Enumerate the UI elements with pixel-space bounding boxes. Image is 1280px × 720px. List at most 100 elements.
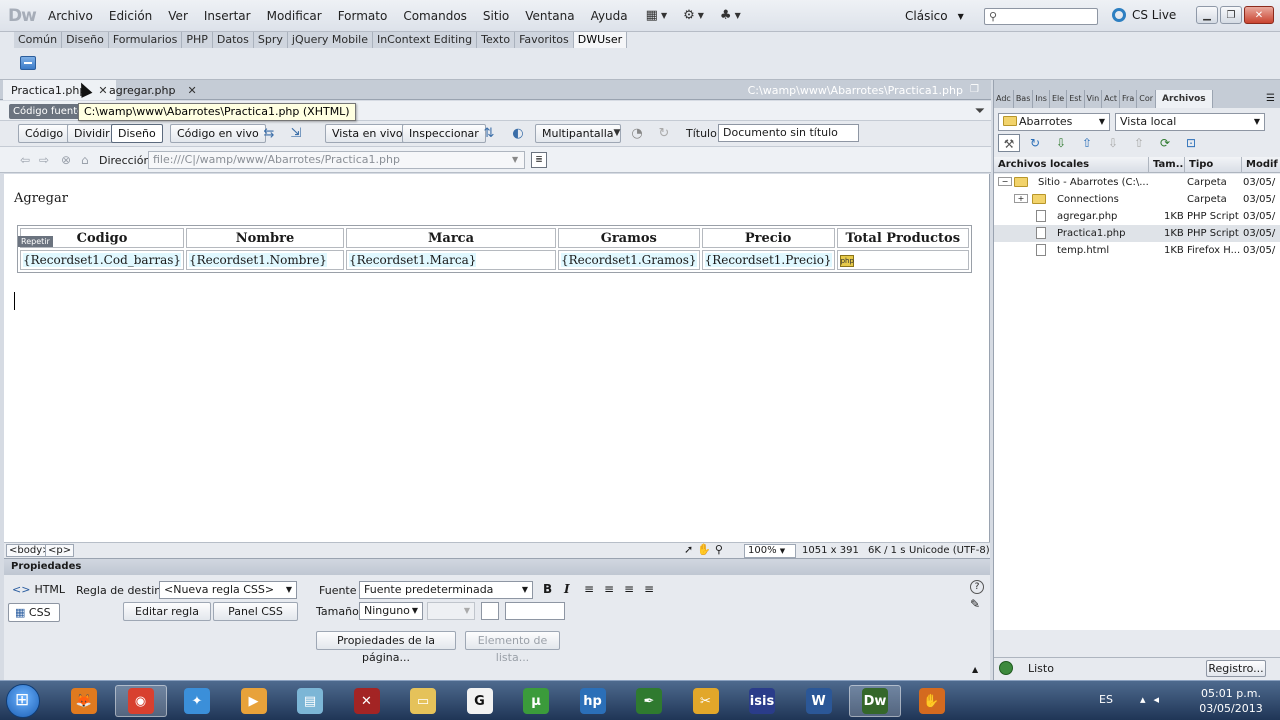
tag-selector-p[interactable]: <p>	[45, 544, 75, 557]
clock[interactable]: 05:01 p.m. 03/05/2013	[1196, 686, 1266, 716]
zoom-select[interactable]: 100% ▼	[744, 544, 796, 558]
table-cell[interactable]: {Recordset1.Precio}	[701, 250, 835, 270]
language-indicator[interactable]: ES	[1099, 693, 1113, 706]
source-code-button[interactable]: Código fuente	[9, 104, 88, 119]
close-button[interactable]: ✕	[1244, 6, 1274, 24]
panel-tab[interactable]: Est	[1067, 90, 1085, 108]
table-cell[interactable]: php	[836, 250, 969, 270]
workspace-switcher[interactable]: Clásico ▼	[905, 6, 964, 26]
sync-icon[interactable]: ⟳	[1154, 134, 1176, 152]
file-row-site-root[interactable]: − Sitio - Abarrotes (C:\... Carpeta 03/0…	[994, 174, 1280, 191]
insert-tab-favoritos[interactable]: Favoritos	[515, 32, 574, 48]
insert-tab-jquery-mobile[interactable]: jQuery Mobile	[287, 32, 373, 48]
minimize-button[interactable]: ▁	[1196, 6, 1218, 24]
title-input[interactable]: Documento sin título	[718, 124, 859, 142]
edit-rule-button[interactable]: Editar regla	[123, 602, 211, 621]
align-center-icon[interactable]: ≡	[604, 582, 614, 596]
help-icon[interactable]: ?	[970, 580, 984, 594]
dynamic-field[interactable]: {Recordset1.Gramos}	[561, 253, 697, 267]
css-mode-button[interactable]: ▦ CSS	[8, 603, 60, 622]
chevron-down-icon[interactable]: ▼	[512, 155, 518, 164]
expand-icon[interactable]: +	[1014, 194, 1028, 203]
properties-header[interactable]: Propiedades	[4, 559, 990, 575]
insert-tab-texto[interactable]: Texto	[477, 32, 516, 48]
hand-icon[interactable]: ✋	[697, 543, 711, 556]
file-row-connections[interactable]: + Connections Carpeta 03/05/	[994, 191, 1280, 208]
design-view-canvas[interactable]: Agregar Repetir Codigo Nombre Marca Gram…	[4, 174, 990, 542]
taskbar-app-pen[interactable]: ✒	[623, 685, 675, 717]
panel-menu-icon[interactable]: ☰	[1266, 90, 1280, 108]
extend-menu-button[interactable]: ⚙ ▼	[677, 5, 710, 27]
help-search-input[interactable]: ⚲	[984, 8, 1098, 25]
panel-tab[interactable]: Ins	[1033, 90, 1050, 108]
font-select[interactable]: Fuente predeterminada ▼	[359, 581, 533, 599]
insert-tab-diseno[interactable]: Diseño	[62, 32, 109, 48]
start-button[interactable]	[6, 684, 40, 718]
restore-icon[interactable]: ❐	[970, 84, 979, 95]
visual-aids-icon[interactable]: ◔	[628, 125, 646, 142]
table-cell[interactable]: {Recordset1.Gramos}	[558, 250, 700, 270]
doc-tab-practica1[interactable]: Practica1.php ✕	[3, 80, 116, 100]
color-picker[interactable]	[481, 602, 499, 620]
address-input[interactable]: file:///C|/wamp/www/Abarrotes/Practica1.…	[148, 151, 525, 169]
taskbar-app-notes[interactable]: ▤	[284, 685, 336, 717]
window-size[interactable]: 1051 x 391	[802, 545, 859, 556]
products-table[interactable]: Codigo Nombre Marca Gramos Precio Total …	[17, 225, 972, 273]
doc-tab-agregar[interactable]: agregar.php ✕	[101, 80, 205, 100]
site-select[interactable]: Abarrotes ▼	[998, 113, 1110, 131]
quick-tag-editor-icon[interactable]: ✎	[970, 597, 980, 611]
volume-icon[interactable]: ◂	[1154, 693, 1160, 706]
file-row-agregar[interactable]: agregar.php 1KB PHP Script 03/05/	[994, 208, 1280, 225]
panel-tab[interactable]: Fra	[1120, 90, 1138, 108]
taskbar-app-isis[interactable]: isis	[736, 685, 788, 717]
dynamic-field[interactable]: {Recordset1.Cod_barras}	[23, 253, 182, 267]
align-justify-icon[interactable]: ≡	[644, 582, 654, 596]
cs-live-button[interactable]: CS Live	[1112, 8, 1176, 22]
forward-icon[interactable]: ⇨	[39, 153, 49, 167]
view-options-icon[interactable]: ≣	[531, 152, 547, 168]
align-left-icon[interactable]: ≡	[584, 582, 594, 596]
get-files-icon[interactable]: ⇩	[1050, 134, 1072, 152]
insert-tab-formularios[interactable]: Formularios	[108, 32, 183, 48]
php-icon[interactable]: php	[839, 254, 854, 267]
code-view-button[interactable]: Código	[18, 124, 71, 143]
dwuser-insert-icon[interactable]	[20, 56, 36, 70]
html-mode-button[interactable]: <> HTML	[12, 583, 65, 596]
menu-ver[interactable]: Ver	[160, 0, 196, 32]
refresh-icon[interactable]: ↻	[655, 125, 673, 142]
menu-archivo[interactable]: Archivo	[40, 0, 101, 32]
list-item-button[interactable]: Elemento de lista...	[465, 631, 560, 664]
dynamic-field[interactable]: {Recordset1.Precio}	[704, 253, 832, 267]
back-icon[interactable]: ⇦	[20, 153, 30, 167]
table-header-cell[interactable]: Gramos	[558, 228, 700, 248]
live-view-button[interactable]: Vista en vivo	[325, 124, 410, 143]
home-icon[interactable]: ⌂	[81, 153, 89, 167]
column-size[interactable]: Tam...	[1149, 157, 1185, 173]
stop-icon[interactable]: ⊗	[61, 153, 71, 167]
split-view-button[interactable]: Dividir	[67, 124, 117, 143]
network-icon[interactable]: ▴	[1140, 693, 1146, 706]
insert-tab-dwuser[interactable]: DWUser	[573, 32, 628, 48]
insert-tab-datos[interactable]: Datos	[212, 32, 254, 48]
layout-menu-button[interactable]: ▦ ▼	[640, 5, 673, 27]
taskbar-app-hand[interactable]: ✋	[906, 685, 958, 717]
live-code-button[interactable]: Código en vivo	[170, 124, 266, 143]
insert-tab-spry[interactable]: Spry	[253, 32, 288, 48]
check-out-icon[interactable]: ⇩	[1102, 134, 1124, 152]
menu-sitio[interactable]: Sitio	[475, 0, 517, 32]
taskbar-app-media[interactable]: ▶	[228, 685, 280, 717]
view-select[interactable]: Vista local ▼	[1115, 113, 1265, 131]
taskbar-app-hp[interactable]: hp	[567, 685, 619, 717]
collapse-icon[interactable]: −	[998, 177, 1012, 186]
taskbar-app-utorrent[interactable]: µ	[510, 685, 562, 717]
collapse-icon[interactable]: ▲	[972, 665, 978, 674]
taskbar-app-chrome[interactable]: ◉	[114, 685, 167, 717]
column-local-files[interactable]: Archivos locales	[994, 157, 1149, 173]
page-heading-text[interactable]: Agregar	[14, 191, 68, 206]
file-management-icon[interactable]: ⇅	[480, 125, 498, 142]
menu-ayuda[interactable]: Ayuda	[583, 0, 636, 32]
taskbar-app-firefox[interactable]: 🦊	[58, 685, 110, 717]
design-view-button[interactable]: Diseño	[111, 124, 163, 143]
taskbar-app-folder[interactable]: ▭	[397, 685, 449, 717]
restore-button[interactable]: ❐	[1220, 6, 1242, 24]
